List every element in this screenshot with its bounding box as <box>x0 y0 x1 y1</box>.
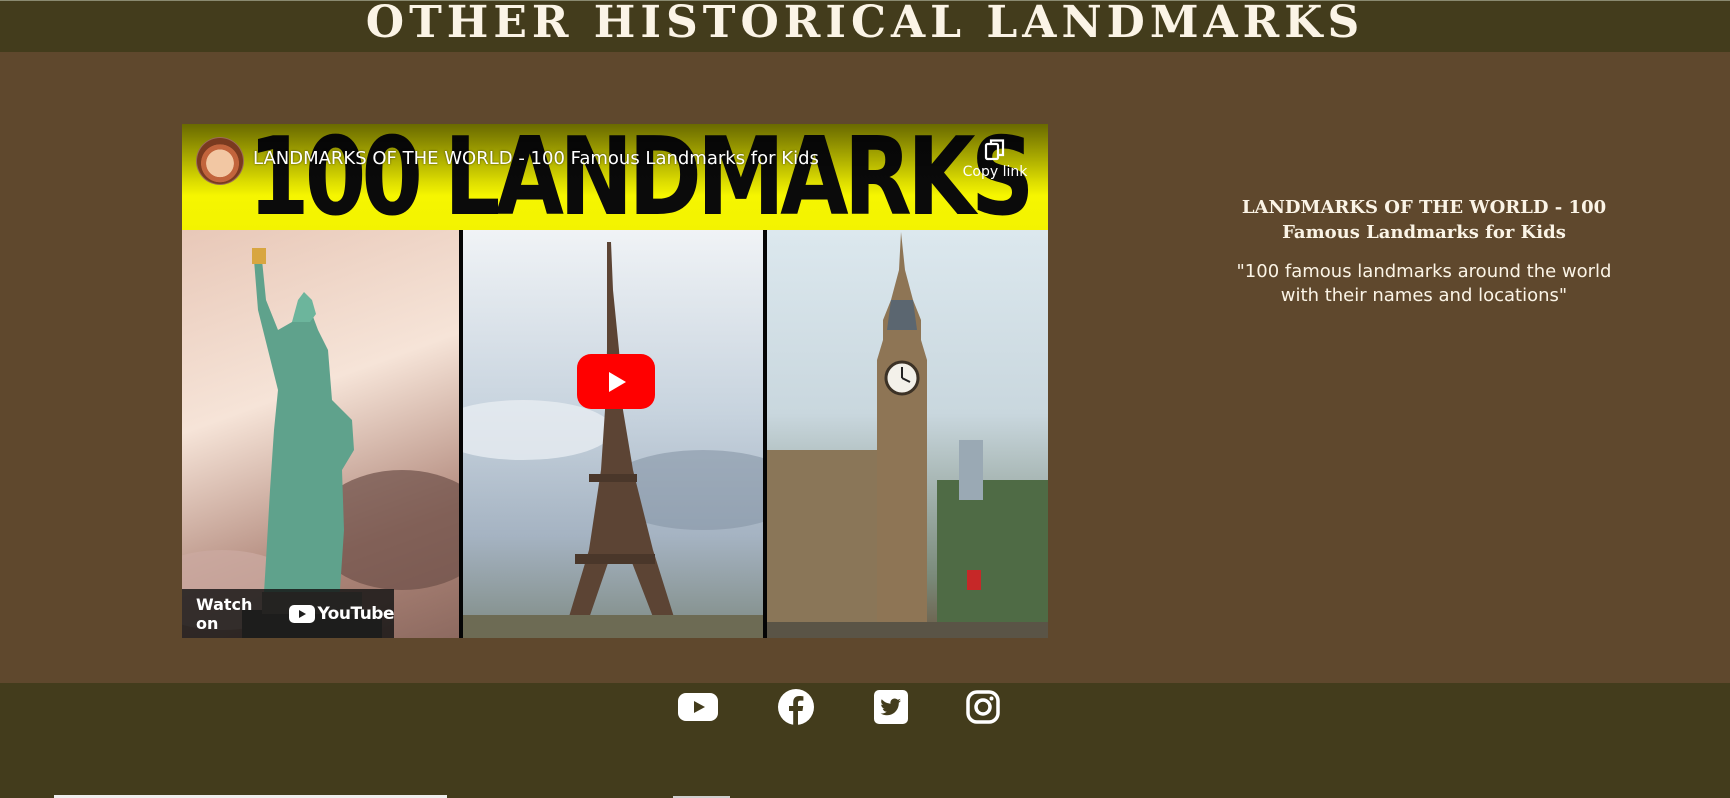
youtube-embed[interactable]: 100 LANDMARKS <box>182 124 1048 638</box>
copy-icon <box>984 139 1005 161</box>
watch-on-youtube-button[interactable]: Watch on YouTube <box>182 589 394 638</box>
channel-avatar[interactable] <box>196 137 244 185</box>
page-footer <box>0 683 1730 798</box>
video-heading: LANDMARKS OF THE WORLD - 100 Famous Land… <box>1241 197 1607 243</box>
video-description-panel: LANDMARKS OF THE WORLD - 100 Famous Land… <box>1236 195 1612 308</box>
copy-link-button[interactable]: Copy link <box>956 138 1034 180</box>
play-icon <box>609 371 626 392</box>
video-title[interactable]: LANDMARKS OF THE WORLD - 100 Famous Land… <box>253 148 819 169</box>
thumbnail-panel-statue-of-liberty <box>182 230 459 638</box>
statue-of-liberty-image <box>182 248 459 638</box>
page-header: OTHER HISTORICAL LANDMARKS <box>0 0 1730 53</box>
play-button[interactable] <box>577 354 655 409</box>
watch-on-label: Watch on <box>196 594 253 633</box>
twitter-icon[interactable] <box>867 683 915 731</box>
facebook-icon[interactable] <box>772 683 820 731</box>
thumbnail-panel-big-ben <box>767 230 1048 638</box>
main-content: 100 LANDMARKS <box>0 52 1730 683</box>
youtube-logo: YouTube <box>289 604 394 624</box>
video-description: "100 famous landmarks around the world w… <box>1236 261 1612 306</box>
youtube-icon[interactable] <box>674 683 722 731</box>
eiffel-tower-image <box>463 242 763 638</box>
panel-divider <box>459 230 463 638</box>
panel-divider <box>763 230 767 638</box>
page-title: OTHER HISTORICAL LANDMARKS <box>365 0 1365 48</box>
thumbnail-panel-eiffel-tower <box>463 230 763 638</box>
youtube-logo-text: YouTube <box>317 603 394 624</box>
instagram-icon[interactable] <box>959 683 1007 731</box>
youtube-logo-icon <box>289 604 316 623</box>
copy-link-label: Copy link <box>962 164 1028 180</box>
big-ben-image <box>767 232 1048 638</box>
